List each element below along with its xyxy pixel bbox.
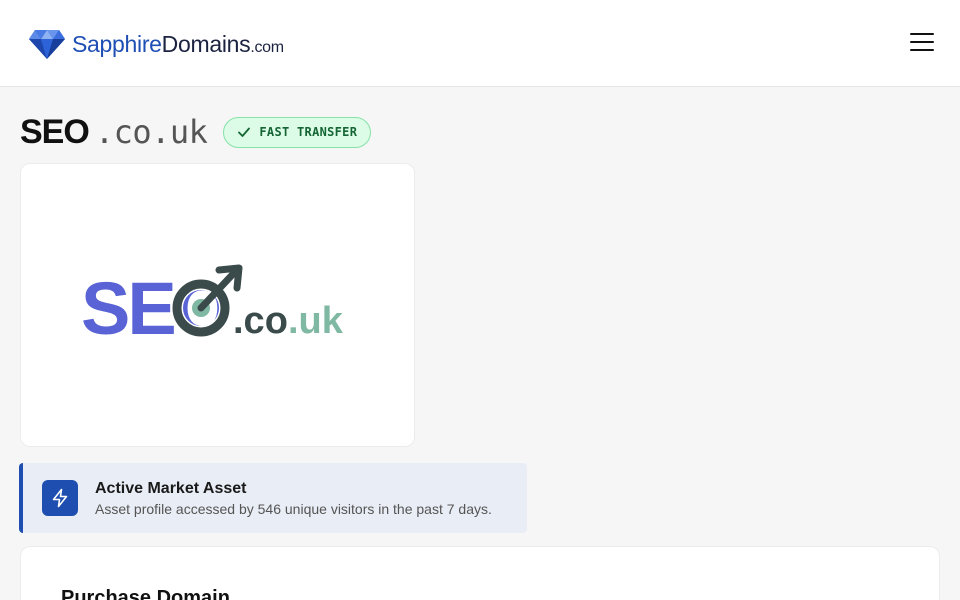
diamond-icon	[29, 30, 65, 59]
domain-title-row: SEO .co.uk FAST TRANSFER	[20, 110, 372, 154]
site-header: SapphireDomains.com	[0, 0, 960, 87]
domain-tld: .co.uk	[94, 113, 208, 151]
menu-bar	[910, 33, 934, 36]
brand-name-part-1: Sapphire	[72, 30, 162, 57]
purchase-domain-heading: Purchase Domain	[61, 587, 230, 600]
activity-title: Active Market Asset	[95, 480, 247, 497]
activity-text: Asset profile accessed by 546 unique vis…	[95, 501, 492, 517]
logo-tld-uk: .uk	[288, 300, 344, 342]
brand-logo-link[interactable]: SapphireDomains.com	[28, 26, 284, 62]
menu-bar	[910, 48, 934, 51]
check-icon	[238, 127, 251, 137]
lightning-bolt-icon	[42, 480, 78, 516]
domain-name: SEO	[20, 112, 90, 151]
fast-transfer-badge: FAST TRANSFER	[223, 116, 372, 148]
purchase-domain-card: Purchase Domain	[20, 546, 940, 600]
brand-name: SapphireDomains.com	[72, 30, 284, 57]
menu-bar	[910, 40, 934, 44]
brand-name-part-3: .com	[250, 38, 284, 56]
badge-label: FAST TRANSFER	[259, 125, 358, 139]
brand-name-part-2: Domains	[161, 30, 251, 57]
domain-logo-image: SEO .co .uk	[81, 264, 344, 342]
active-market-asset-banner: Active Market Asset Asset profile access…	[19, 463, 527, 533]
domain-logo-card: SEO .co .uk	[20, 163, 415, 447]
hamburger-menu-icon[interactable]	[906, 30, 938, 54]
logo-tld-co: .co	[233, 300, 288, 342]
